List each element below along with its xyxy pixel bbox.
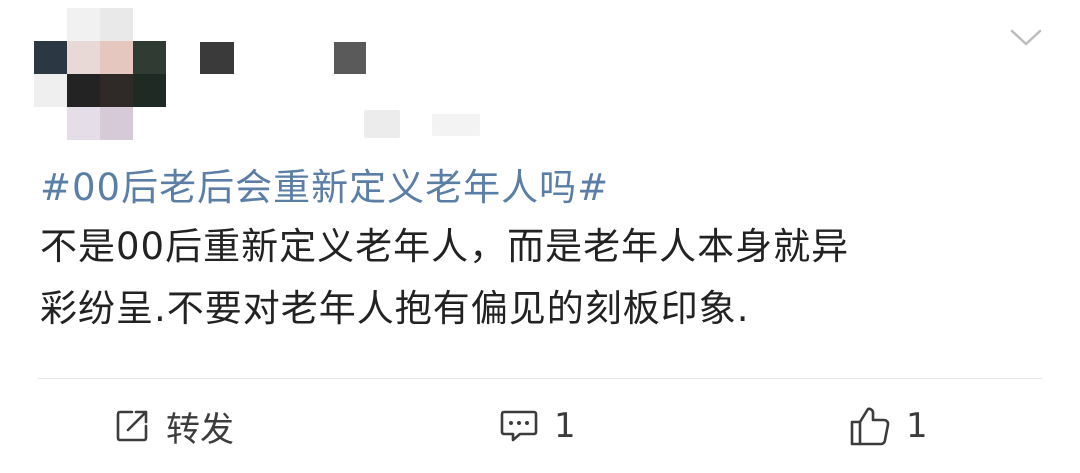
chevron-down-icon	[1010, 29, 1042, 46]
comment-icon	[500, 410, 538, 442]
like-count: 1	[906, 406, 928, 446]
repost-label: 转发	[166, 409, 234, 450]
avatar[interactable]	[34, 8, 166, 140]
post-body: 不是00后重新定义老年人，而是老年人本身就异 彩纷呈.不要对老年人抱有偏见的刻板…	[40, 216, 1040, 340]
thumbs-up-icon	[850, 407, 890, 446]
post-meta-source	[432, 114, 480, 136]
user-badge	[334, 42, 366, 74]
post-body-line-2: 彩纷呈.不要对老年人抱有偏见的刻板印象.	[40, 287, 750, 330]
topic-hashtag-link[interactable]: #00后老后会重新定义老年人吗#	[40, 160, 609, 216]
repost-button[interactable]: 转发	[112, 398, 234, 454]
username[interactable]	[200, 42, 234, 74]
like-button[interactable]: 1	[848, 398, 928, 454]
comment-count: 1	[554, 406, 576, 446]
share-icon	[116, 410, 148, 442]
post-body-line-1: 不是00后重新定义老年人，而是老年人本身就异	[40, 225, 850, 268]
more-options-button[interactable]	[1006, 22, 1046, 52]
weibo-post-card: #00后老后会重新定义老年人吗# 不是00后重新定义老年人，而是老年人本身就异 …	[0, 0, 1080, 473]
comment-button[interactable]: 1	[498, 398, 576, 454]
divider	[38, 378, 1042, 379]
post-meta	[364, 110, 400, 138]
